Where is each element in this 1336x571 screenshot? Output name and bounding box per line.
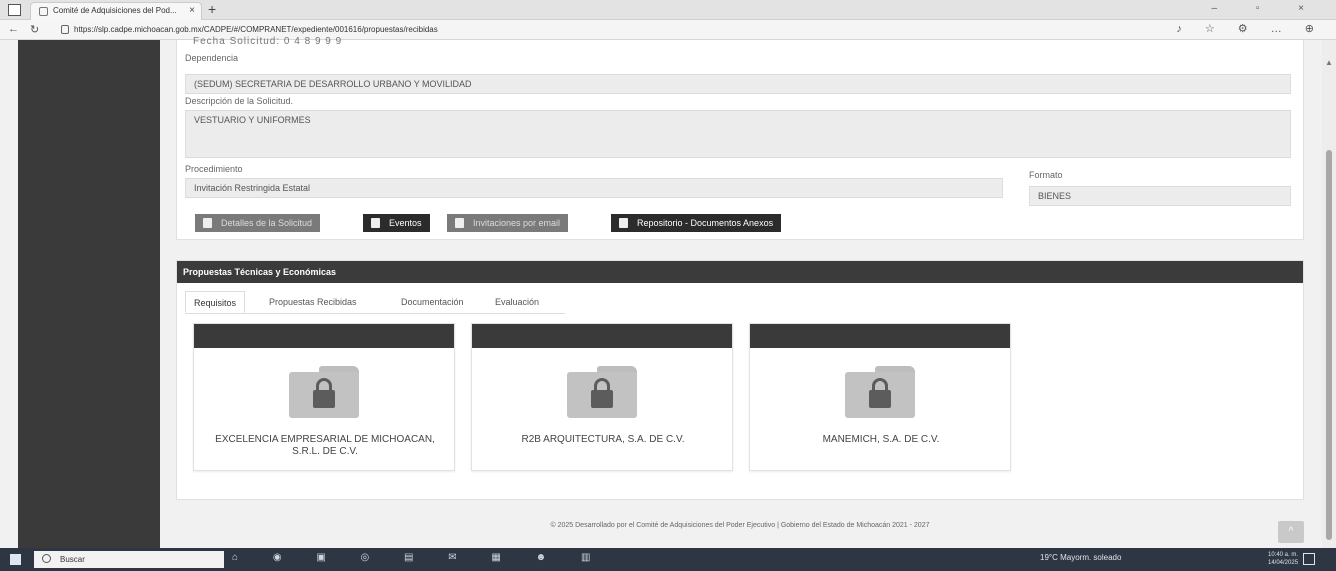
repositorio-label: Repositorio - Documentos Anexos	[637, 218, 774, 228]
card-header	[750, 324, 1010, 348]
detalles-solicitud-button[interactable]: Detalles de la Solicitud	[195, 214, 321, 232]
cut-header-text: Fecha Solicitud: 0 4 8 9 9 9	[193, 36, 343, 47]
browser-titlebar: Comité de Adquisiciones del Pod... × + –…	[0, 0, 1336, 20]
tab-documentacion[interactable]: Documentación	[393, 291, 472, 313]
tab-evaluacion[interactable]: Evaluación	[487, 291, 547, 313]
padlock-icon	[61, 25, 69, 34]
dependencia-label: Dependencia	[185, 53, 239, 63]
clock-date: 14/04/2025	[1268, 560, 1299, 566]
procedimiento-field[interactable]: Invitación Restringida Estatal	[185, 178, 1003, 198]
formato-field[interactable]: BIENES	[1029, 186, 1291, 206]
url-text: https://slp.cadpe.michoacan.gob.mx/CADPE…	[74, 25, 438, 34]
card-header	[194, 324, 454, 348]
tab-requisitos[interactable]: Requisitos	[185, 291, 246, 313]
page-content: Fecha Solicitud: 0 4 8 9 9 9 Dependencia…	[0, 36, 1336, 548]
scroll-up-icon[interactable]: ▲	[1325, 58, 1333, 67]
weather-widget[interactable]: 19°C Mayorm. soleado	[1040, 553, 1121, 562]
refresh-icon[interactable]: ↻	[30, 23, 39, 36]
proposal-card[interactable]: R2B ARQUITECTURA, S.A. DE C.V.	[471, 323, 733, 471]
clock-time: 10:40 a. m.	[1268, 552, 1299, 558]
descripcion-label: Descripción de la Solicitud.	[185, 96, 294, 106]
email-icon	[455, 218, 464, 228]
back-to-top-button[interactable]: ^	[1278, 521, 1304, 543]
detalles-label: Detalles de la Solicitud	[221, 218, 313, 228]
locked-folder-icon	[845, 366, 915, 418]
propuestas-panel: Propuestas Técnicas y Económicas Requisi…	[176, 260, 1304, 500]
document-icon	[203, 218, 212, 228]
folder-icon	[619, 218, 628, 228]
proposal-card[interactable]: MANEMICH, S.A. DE C.V.	[749, 323, 1011, 471]
taskbar-search[interactable]: Buscar	[34, 551, 224, 568]
page-footer: © 2025 Desarrollado por el Comité de Adq…	[550, 522, 930, 529]
proposal-card[interactable]: EXCELENCIA EMPRESARIAL DE MICHOACAN, S.R…	[193, 323, 455, 471]
locked-folder-icon	[567, 366, 637, 418]
start-icon[interactable]	[10, 554, 21, 565]
window-controls[interactable]: – ▫ ×	[1211, 3, 1322, 14]
new-tab-button[interactable]: +	[208, 1, 216, 17]
sidebar-background	[18, 40, 160, 548]
propuestas-title: Propuestas Técnicas y Económicas	[177, 261, 1303, 283]
eventos-label: Eventos	[389, 218, 422, 228]
taskbar-app-icons[interactable]: ⌂ ◉ ▣ ◎ ▤ ✉ ▦ ☻ ▥	[232, 552, 606, 563]
tab-close-icon[interactable]: ×	[189, 3, 195, 19]
calendar-icon	[371, 218, 380, 228]
invitaciones-label: Invitaciones por email	[473, 218, 561, 228]
locked-folder-icon	[289, 366, 359, 418]
repositorio-button[interactable]: Repositorio - Documentos Anexos	[611, 214, 782, 232]
browser-tab[interactable]: Comité de Adquisiciones del Pod... ×	[30, 2, 202, 20]
tabs-divider	[185, 313, 565, 314]
card-company-name: MANEMICH, S.A. DE C.V.	[822, 434, 940, 445]
os-taskbar: Buscar ⌂ ◉ ▣ ◎ ▤ ✉ ▦ ☻ ▥ 19°C Mayorm. so…	[0, 548, 1336, 571]
formato-label: Formato	[1029, 170, 1063, 180]
eventos-button[interactable]: Eventos	[363, 214, 430, 232]
page-scrollbar[interactable]: ▲	[1322, 40, 1336, 548]
dependencia-field[interactable]: (SEDUM) SECRETARIA DE DESARROLLO URBANO …	[185, 74, 1291, 94]
solicitud-panel: Fecha Solicitud: 0 4 8 9 9 9 Dependencia…	[176, 36, 1304, 240]
browser-toolbar-icons[interactable]: ♪ ☆ ⚙ … ⊕	[1176, 22, 1324, 35]
card-header	[472, 324, 732, 348]
invitaciones-email-button[interactable]: Invitaciones por email	[447, 214, 569, 232]
card-company-name: R2B ARQUITECTURA, S.A. DE C.V.	[521, 434, 685, 445]
tab-title: Comité de Adquisiciones del Pod...	[53, 6, 177, 15]
card-company-name: EXCELENCIA EMPRESARIAL DE MICHOACAN, S.R…	[215, 434, 435, 457]
notification-icon[interactable]	[1303, 553, 1315, 565]
search-placeholder: Buscar	[60, 555, 85, 564]
procedimiento-label: Procedimiento	[185, 164, 243, 174]
scroll-thumb[interactable]	[1326, 150, 1332, 540]
favicon-icon	[39, 7, 48, 16]
search-icon	[42, 554, 51, 563]
window-icon	[8, 4, 21, 16]
url-field[interactable]: https://slp.cadpe.michoacan.gob.mx/CADPE…	[58, 23, 1178, 37]
back-arrow-icon[interactable]: ←	[8, 23, 19, 35]
tab-propuestas-recibidas[interactable]: Propuestas Recibidas	[261, 291, 365, 313]
descripcion-field[interactable]: VESTUARIO Y UNIFORMES	[185, 110, 1291, 158]
taskbar-clock[interactable]: 10:40 a. m. 14/04/2025	[1268, 551, 1298, 567]
